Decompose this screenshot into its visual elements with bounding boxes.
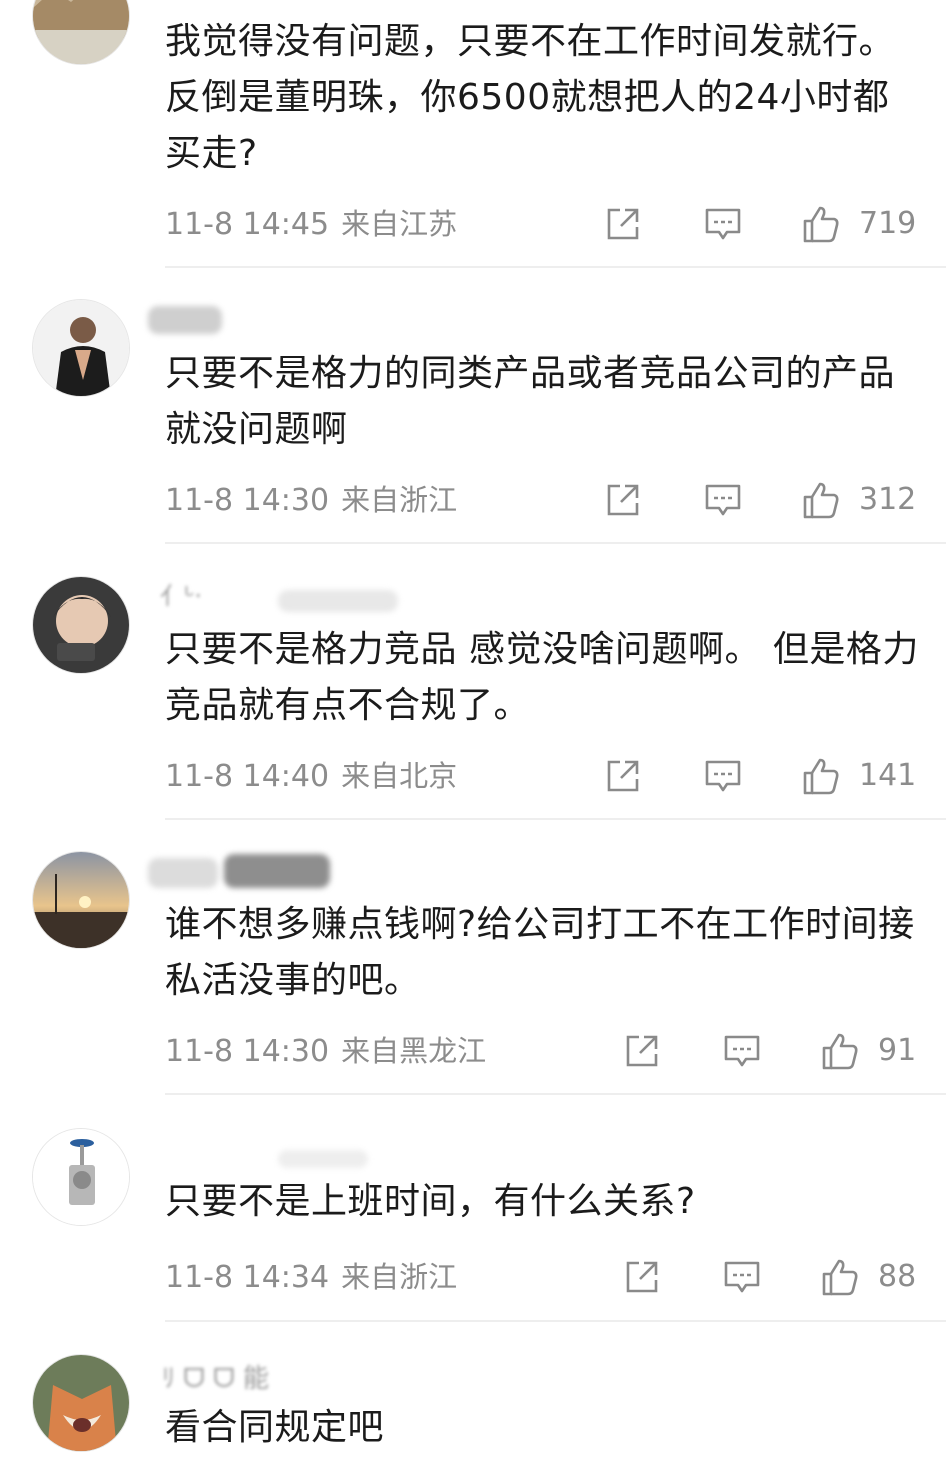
avatar[interactable] (32, 0, 130, 65)
comment-meta: 11-8 14:30 来自浙江 312 (165, 478, 925, 522)
comment-location: 来自北京 (341, 759, 458, 793)
like-count: 719 (859, 206, 917, 241)
comment-location: 来自江苏 (341, 207, 458, 241)
comment-text: 只要不是格力竞品 感觉没啥问题啊。 但是格力竞品就有点不合规了。 (165, 629, 919, 726)
comment-time: 11-8 14:30 (165, 1034, 330, 1069)
comment-time: 11-8 14:30 (165, 483, 330, 518)
avatar[interactable] (32, 1354, 130, 1452)
avatar[interactable] (32, 299, 130, 397)
comment-time: 11-8 14:40 (165, 759, 330, 794)
divider (165, 818, 946, 820)
comment-meta: 11-8 14:45 来自江苏 719 (165, 202, 925, 246)
comment-text: 谁不想多赚点钱啊?给公司打工不在工作时间接私活没事的吧。 (165, 904, 915, 1001)
comment-icon[interactable] (703, 480, 743, 520)
comment-timestamp: 11-8 14:40 来自北京 (165, 754, 457, 799)
divider (165, 1320, 946, 1322)
avatar[interactable] (32, 1128, 130, 1226)
avatar[interactable] (32, 576, 130, 674)
comment-timestamp: 11-8 14:30 来自黑龙江 (165, 1029, 486, 1074)
comment-text: 我觉得没有问题，只要不在工作时间发就行。反倒是董明珠，你6500就想把人的24小… (165, 21, 896, 174)
like-count: 141 (859, 758, 917, 793)
like-count: 312 (859, 482, 917, 517)
thumbs-up-icon[interactable] (801, 756, 841, 796)
share-icon[interactable] (622, 1031, 662, 1071)
comment-timestamp: 11-8 14:45 来自江苏 (165, 202, 457, 247)
comment-meta: 11-8 14:30 来自黑龙江 91 (165, 1029, 925, 1073)
avatar[interactable] (32, 851, 130, 949)
divider (165, 266, 946, 268)
like-count: 91 (878, 1033, 917, 1068)
comment-text: 只要不是上班时间，有什么关系? (165, 1181, 696, 1222)
share-icon[interactable] (603, 756, 643, 796)
comment-location: 来自浙江 (341, 483, 458, 517)
comment-timestamp: 11-8 14:30 来自浙江 (165, 478, 457, 523)
thumbs-up-icon[interactable] (820, 1031, 860, 1071)
comment-meta: 11-8 14:40 来自北京 141 (165, 754, 925, 798)
comment-timestamp: 11-8 14:34 来自浙江 (165, 1255, 457, 1300)
share-icon[interactable] (622, 1257, 662, 1297)
share-icon[interactable] (603, 204, 643, 244)
comment-icon[interactable] (703, 204, 743, 244)
comment-time: 11-8 14:34 (165, 1260, 330, 1295)
thumbs-up-icon[interactable] (820, 1257, 860, 1297)
comment-icon[interactable] (722, 1257, 762, 1297)
comment-location: 来自浙江 (341, 1260, 458, 1294)
comment-text: 只要不是格力的同类产品或者竞品公司的产品就没问题啊 (165, 353, 896, 450)
comment-time: 11-8 14:45 (165, 207, 330, 242)
comment-text: 看合同规定吧 (165, 1407, 385, 1448)
comment-meta: 11-8 14:34 来自浙江 88 (165, 1255, 925, 1299)
comment-icon[interactable] (703, 756, 743, 796)
divider (165, 542, 946, 544)
share-icon[interactable] (603, 480, 643, 520)
thumbs-up-icon[interactable] (801, 480, 841, 520)
comment-icon[interactable] (722, 1031, 762, 1071)
comment-location: 来自黑龙江 (341, 1034, 487, 1068)
thumbs-up-icon[interactable] (801, 204, 841, 244)
divider (165, 1093, 946, 1095)
like-count: 88 (878, 1259, 917, 1294)
